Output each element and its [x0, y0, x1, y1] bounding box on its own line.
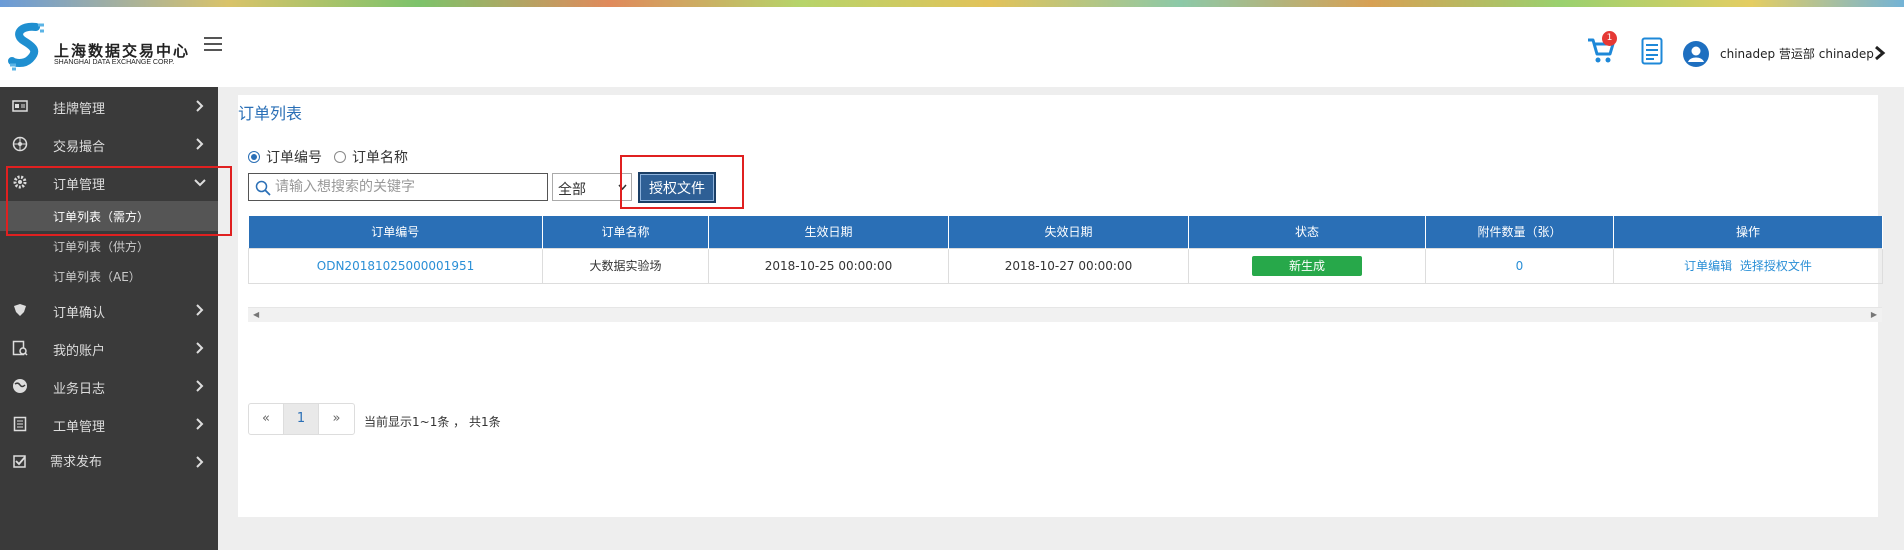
shield-icon — [14, 304, 26, 316]
hamburger-menu-icon[interactable] — [204, 37, 222, 51]
column-header: 附件数量（张） — [1425, 216, 1614, 248]
prev-page-button[interactable]: « — [249, 404, 284, 434]
chevron-right-icon — [196, 100, 204, 112]
select-auth-file-link[interactable]: 选择授权文件 — [1740, 259, 1812, 273]
scroll-right-arrow-icon[interactable]: ▶ — [1871, 310, 1877, 319]
radio-unchecked-icon — [334, 151, 346, 163]
checkbox-icon — [13, 455, 26, 468]
order-name-cell: 大数据实验场 — [542, 247, 709, 284]
chevron-right-icon — [196, 342, 204, 354]
main-panel — [238, 95, 1878, 517]
sidebar-item-listing[interactable]: 挂牌管理 — [0, 87, 218, 125]
search-icon — [255, 180, 271, 196]
column-header: 生效日期 — [708, 216, 949, 248]
radio-order-number[interactable]: 订单编号 — [248, 147, 322, 167]
chevron-right-icon — [196, 304, 204, 316]
document-list-icon[interactable] — [1641, 37, 1663, 65]
sidebar-subitem-order-list-ae[interactable]: 订单列表（AE） — [0, 261, 218, 291]
order-number-link[interactable]: ODN20181025000001951 — [317, 259, 474, 273]
logo-text-en: SHANGHAI DATA EXCHANGE CORP. — [54, 59, 175, 66]
sidebar-item-label: 工单管理 — [53, 420, 106, 435]
order-edit-link[interactable]: 订单编辑 — [1684, 259, 1732, 273]
top-decorative-strip — [0, 0, 1904, 7]
attachment-count-link[interactable]: 0 — [1516, 259, 1524, 273]
column-header: 失效日期 — [948, 216, 1189, 248]
page-1-button[interactable]: 1 — [284, 404, 319, 434]
horizontal-scrollbar[interactable]: ◀ ▶ — [248, 307, 1882, 322]
account-icon — [12, 340, 28, 356]
pagination: « 1 » — [248, 403, 355, 435]
network-icon — [12, 136, 28, 152]
pagination-info: 当前显示1~1条 ， 共1条 — [364, 415, 501, 429]
sidebar-item-demand-publish[interactable]: 需求发布 — [0, 443, 218, 481]
sidebar-item-label: 业务日志 — [53, 382, 106, 397]
sidebar-item-label: 交易撮合 — [53, 140, 106, 155]
sidebar-item-label: 订单确认 — [53, 306, 106, 321]
chevron-right-icon — [196, 418, 204, 430]
end-date-cell: 2018-10-27 00:00:00 — [948, 247, 1189, 284]
sidebar-item-label: 挂牌管理 — [53, 102, 106, 117]
user-avatar-icon[interactable] — [1682, 40, 1710, 68]
card-icon — [12, 100, 28, 112]
table-header-row: 订单编号 订单名称 生效日期 失效日期 状态 附件数量（张） 操作 — [248, 216, 1883, 248]
page-title: 订单列表 — [238, 104, 303, 123]
sidebar-subitem-label: 订单列表（AE） — [53, 270, 141, 284]
sidebar: 挂牌管理 交易撮合 订单管理 订单列表（需方） 订单列表（供方） 订单列表（AE… — [0, 87, 218, 550]
radio-label: 订单名称 — [352, 150, 408, 166]
column-header: 订单名称 — [542, 216, 709, 248]
sidebar-item-matching[interactable]: 交易撮合 — [0, 125, 218, 163]
sidebar-item-my-account[interactable]: 我的账户 — [0, 329, 218, 367]
chevron-right-icon — [196, 138, 204, 150]
order-table: 订单编号 订单名称 生效日期 失效日期 状态 附件数量（张） 操作 ODN201… — [248, 216, 1883, 284]
sidebar-item-order-confirm[interactable]: 订单确认 — [0, 291, 218, 329]
sidebar-subitem-label: 订单列表（供方） — [53, 240, 150, 254]
highlight-box-sidebar — [6, 166, 232, 236]
next-page-button[interactable]: » — [319, 404, 354, 434]
sidebar-item-ticket-management[interactable]: 工单管理 — [0, 405, 218, 443]
search-box[interactable] — [248, 173, 548, 201]
cart-count-badge: 1 — [1602, 31, 1617, 46]
radio-checked-icon — [248, 151, 260, 163]
scroll-left-arrow-icon[interactable]: ◀ — [253, 310, 259, 319]
search-input[interactable] — [275, 176, 543, 198]
start-date-cell: 2018-10-25 00:00:00 — [708, 247, 949, 284]
table-row: ODN20181025000001951 大数据实验场 2018-10-25 0… — [248, 247, 1883, 284]
logo-mark-icon — [8, 22, 44, 71]
column-header: 订单编号 — [248, 216, 543, 248]
radio-label: 订单编号 — [266, 150, 322, 166]
logo-text-cn: 上海数据交易中心 — [54, 42, 191, 60]
globe-icon — [13, 379, 27, 393]
filter-select-value: 全部 — [558, 182, 586, 198]
user-name[interactable]: chinadep 营运部 chinadep — [1720, 45, 1874, 62]
chevron-right-icon[interactable] — [1872, 45, 1886, 61]
highlight-box-button — [620, 155, 744, 209]
document-icon — [13, 416, 27, 432]
chevron-right-icon — [196, 456, 204, 468]
sidebar-item-label: 我的账户 — [53, 344, 106, 359]
sidebar-item-business-log[interactable]: 业务日志 — [0, 367, 218, 405]
column-header: 操作 — [1613, 216, 1883, 248]
header: 上海数据交易中心 SHANGHAI DATA EXCHANGE CORP. 1 … — [0, 7, 1904, 87]
chevron-right-icon — [196, 380, 204, 392]
status-badge: 新生成 — [1252, 255, 1362, 276]
sidebar-item-label: 需求发布 — [50, 455, 103, 470]
radio-order-name[interactable]: 订单名称 — [334, 147, 408, 167]
logo[interactable]: 上海数据交易中心 SHANGHAI DATA EXCHANGE CORP. — [8, 21, 198, 77]
column-header: 状态 — [1188, 216, 1426, 248]
